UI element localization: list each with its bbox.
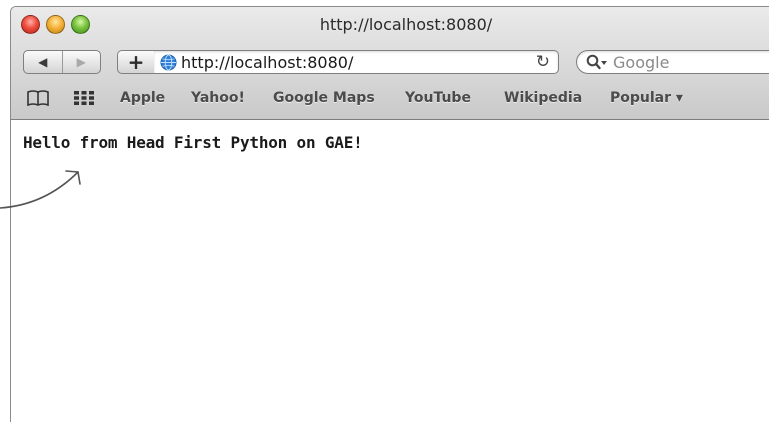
bookmark-wikipedia[interactable]: Wikipedia	[504, 90, 582, 106]
forward-arrow-icon: ▶	[76, 55, 86, 69]
page-text: Hello from Head First Python on GAE!	[23, 133, 363, 152]
nav-buttons: ◀ ▶	[23, 50, 101, 74]
toolbar: ◀ ▶ + http://localhost:8080/ ↻ Google	[11, 47, 769, 81]
browser-chrome: http://localhost:8080/ ◀ ▶ + http://loca…	[11, 7, 769, 120]
browser-window: http://localhost:8080/ ◀ ▶ + http://loca…	[10, 6, 769, 422]
bookmark-popular-menu[interactable]: Popular ▾	[610, 90, 683, 106]
plus-icon: +	[127, 50, 145, 74]
search-field[interactable]	[576, 50, 769, 74]
bookmarks-bar: Apple Yahoo! Google Maps YouTube Wikiped…	[11, 85, 769, 115]
back-arrow-icon: ◀	[38, 55, 48, 69]
reload-icon[interactable]: ↻	[536, 52, 550, 72]
bookmark-youtube[interactable]: YouTube	[405, 90, 471, 106]
top-sites-grid-icon[interactable]	[73, 89, 95, 107]
bookmark-google-maps[interactable]: Google Maps	[273, 90, 375, 106]
page-content: Hello from Head First Python on GAE!	[11, 120, 769, 422]
bookmark-yahoo[interactable]: Yahoo!	[191, 90, 245, 106]
window-title: http://localhost:8080/	[319, 15, 493, 34]
forward-button[interactable]: ▶	[63, 51, 101, 73]
bookmark-apple[interactable]: Apple	[120, 90, 165, 106]
add-bookmark-button[interactable]: +	[117, 50, 155, 74]
search-input[interactable]	[613, 52, 769, 72]
globe-icon	[160, 54, 177, 71]
title-bar[interactable]: http://localhost:8080/	[11, 7, 769, 41]
address-bar[interactable]: http://localhost:8080/ ↻	[154, 50, 559, 74]
search-icon	[586, 54, 607, 70]
url-text[interactable]: http://localhost:8080/	[181, 53, 353, 72]
screenshot-scene: http://localhost:8080/ ◀ ▶ + http://loca…	[0, 0, 769, 422]
back-button[interactable]: ◀	[24, 51, 63, 73]
bookmarks-book-icon[interactable]	[27, 89, 49, 107]
